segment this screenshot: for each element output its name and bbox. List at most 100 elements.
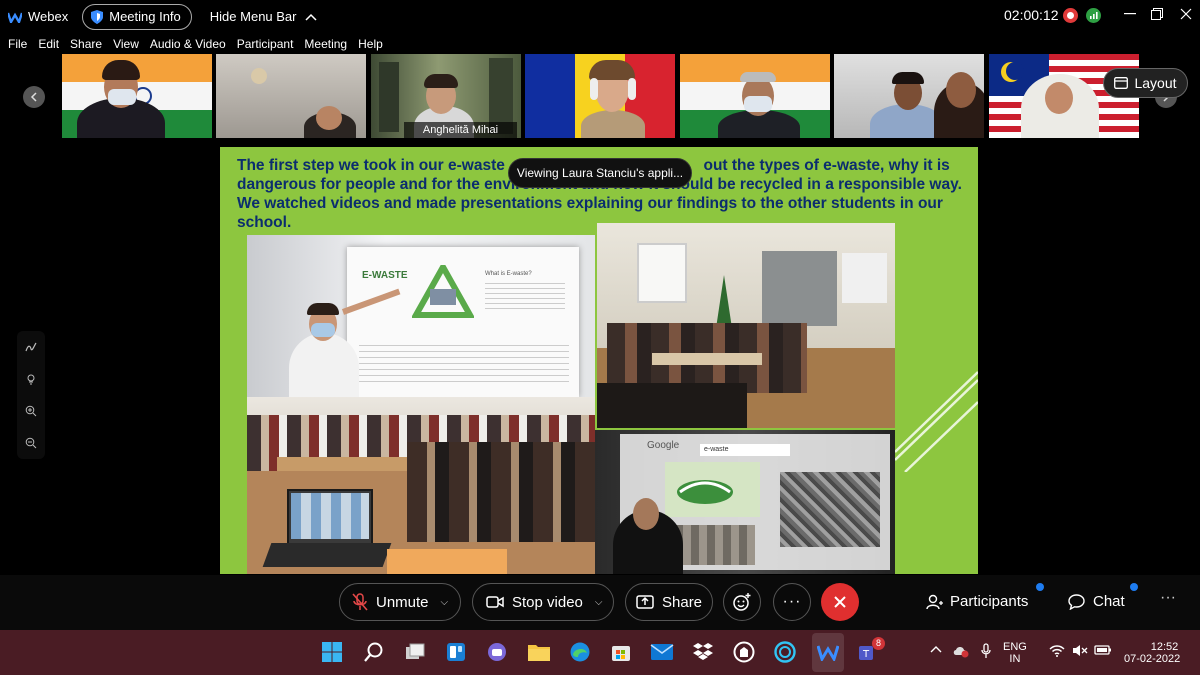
- dropbox-icon: [693, 643, 713, 660]
- volume-muted-icon: [1073, 645, 1088, 656]
- microphone-icon: [981, 643, 991, 658]
- minimize-button[interactable]: [1116, 2, 1144, 26]
- remote-control-icon: [27, 374, 35, 385]
- share-button[interactable]: Share: [625, 583, 713, 621]
- chevron-up-icon: [304, 13, 317, 21]
- chat-notification-dot: [1130, 583, 1138, 591]
- unmute-button[interactable]: Unmute ⌵: [339, 583, 461, 621]
- taskbar-dropbox[interactable]: [690, 639, 716, 665]
- video-tile[interactable]: [680, 54, 830, 138]
- viewing-notice: Viewing Laura Stanciu's appli...: [508, 158, 692, 188]
- tray-microphone[interactable]: [981, 643, 991, 662]
- video-tile-active[interactable]: Anghelită Mihai: [371, 54, 521, 138]
- menu-file[interactable]: File: [8, 37, 27, 51]
- layout-button[interactable]: Layout: [1103, 68, 1188, 98]
- panel-more-button[interactable]: ···: [1160, 589, 1176, 607]
- more-options-button[interactable]: ···: [773, 583, 811, 621]
- taskbar-alexa[interactable]: [772, 639, 798, 665]
- taskbar-mail[interactable]: [649, 639, 675, 665]
- tray-language[interactable]: ENG IN: [1003, 641, 1027, 665]
- slide-photo-presentation: E-WASTE What is E-waste?: [247, 235, 595, 397]
- muted-mic-icon: [352, 593, 368, 611]
- webex-app-icon: [817, 645, 839, 661]
- menu-view[interactable]: View: [113, 37, 139, 51]
- meeting-info-label: Meeting Info: [109, 9, 181, 24]
- meeting-info-button[interactable]: Meeting Info: [82, 3, 192, 30]
- video-tile[interactable]: [62, 54, 212, 138]
- alexa-icon: [774, 641, 796, 663]
- language-code: ENG: [1003, 641, 1027, 653]
- taskbar-widgets[interactable]: [443, 639, 469, 665]
- region-code: IN: [1009, 653, 1021, 665]
- video-tile[interactable]: [834, 54, 984, 138]
- close-window-button[interactable]: [1172, 2, 1200, 26]
- reactions-button[interactable]: [723, 583, 761, 621]
- taskbar-search[interactable]: [361, 639, 387, 665]
- close-icon: [1180, 8, 1192, 20]
- taskbar-file-explorer[interactable]: [526, 639, 552, 665]
- globe-graphic: [677, 480, 733, 504]
- meeting-timer: 02:00:12: [1004, 7, 1059, 23]
- tray-clock[interactable]: 12:52 07-02-2022: [1124, 641, 1180, 665]
- shield-icon: [91, 9, 104, 24]
- strip-prev-button[interactable]: [23, 86, 45, 108]
- start-button[interactable]: [319, 639, 345, 665]
- tray-cloud-sync[interactable]: [952, 644, 970, 661]
- menu-share[interactable]: Share: [70, 37, 102, 51]
- chat-button[interactable]: Chat: [1068, 593, 1125, 610]
- clock-time: 12:52: [1150, 641, 1179, 653]
- ellipsis-icon: ···: [782, 593, 802, 610]
- chevron-up-icon: [930, 646, 942, 653]
- taskbar-task-view[interactable]: [402, 639, 428, 665]
- menu-help[interactable]: Help: [358, 37, 383, 51]
- widgets-icon: [447, 643, 465, 661]
- taskbar-store[interactable]: [608, 639, 634, 665]
- recording-icon[interactable]: [1063, 8, 1078, 23]
- participants-icon: [926, 594, 943, 609]
- video-tile[interactable]: [525, 54, 675, 138]
- chevron-down-icon[interactable]: ⌵: [595, 597, 603, 608]
- close-icon: [834, 596, 846, 608]
- app-name: Webex: [28, 9, 69, 24]
- participants-label: Participants: [950, 593, 1029, 610]
- hide-menu-bar-button[interactable]: Hide Menu Bar: [210, 9, 317, 24]
- taskbar-teams[interactable]: T 8: [855, 637, 885, 665]
- windows-taskbar: T 8 ENG IN 12:52 07-02-2022: [0, 630, 1200, 675]
- taskbar-teams-chat[interactable]: [484, 639, 510, 665]
- end-meeting-button[interactable]: [821, 583, 859, 621]
- restore-button[interactable]: [1143, 2, 1171, 26]
- tray-battery[interactable]: [1094, 644, 1112, 659]
- taskbar-webex[interactable]: [815, 639, 841, 665]
- stop-video-label: Stop video: [512, 593, 583, 611]
- network-health-icon[interactable]: [1086, 8, 1101, 23]
- taskbar-app-shield[interactable]: [731, 639, 757, 665]
- zoom-in-icon: [25, 405, 37, 417]
- annotation-toolbar: [17, 331, 45, 459]
- menu-meeting[interactable]: Meeting: [304, 37, 347, 51]
- ellipsis-icon: ···: [1160, 589, 1176, 606]
- cloud-sync-icon: [953, 647, 969, 658]
- taskbar-edge[interactable]: [567, 639, 593, 665]
- annotate-pen-button[interactable]: [17, 331, 45, 363]
- menu-edit[interactable]: Edit: [38, 37, 59, 51]
- task-view-icon: [406, 643, 425, 659]
- remote-control-button[interactable]: [17, 363, 45, 395]
- video-tile[interactable]: [216, 54, 366, 138]
- zoom-in-button[interactable]: [17, 395, 45, 427]
- zoom-out-button[interactable]: [17, 427, 45, 459]
- menu-audio-video[interactable]: Audio & Video: [150, 37, 226, 51]
- participants-notification-dot: [1036, 583, 1044, 591]
- stop-video-button[interactable]: Stop video ⌵: [472, 583, 614, 621]
- tray-volume[interactable]: [1072, 644, 1088, 660]
- title-bar: Webex Meeting Info Hide Menu Bar 02:00:1…: [0, 0, 1200, 33]
- tray-wifi[interactable]: [1049, 644, 1065, 660]
- participants-button[interactable]: Participants: [926, 593, 1028, 610]
- slide-photo-classroom-projector: [597, 223, 895, 428]
- webex-logo-icon: [8, 10, 22, 24]
- tray-overflow-button[interactable]: [930, 644, 942, 656]
- restore-icon: [1151, 8, 1163, 20]
- store-icon: [612, 646, 630, 661]
- folder-icon: [528, 645, 550, 661]
- menu-participant[interactable]: Participant: [237, 37, 294, 51]
- chevron-down-icon[interactable]: ⌵: [441, 597, 449, 608]
